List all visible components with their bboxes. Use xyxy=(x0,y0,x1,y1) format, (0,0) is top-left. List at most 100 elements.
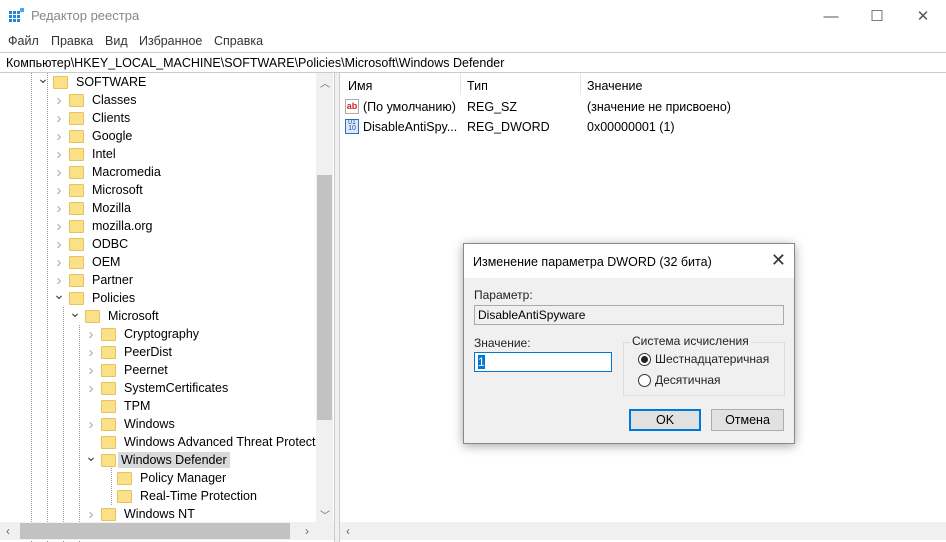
dialog-close-button[interactable]: ✕ xyxy=(771,250,786,271)
tree-node-label: Microsoft xyxy=(92,183,143,197)
menu-favorites[interactable]: Избранное xyxy=(139,34,202,48)
chevron-right-icon[interactable]: › xyxy=(85,506,97,523)
maximize-button[interactable]: ☐ xyxy=(854,0,900,32)
menu-edit[interactable]: Правка xyxy=(51,34,93,48)
folder-icon xyxy=(101,345,116,359)
folder-icon xyxy=(101,363,116,377)
tree-node[interactable]: › ODBC xyxy=(53,235,131,253)
minimize-button[interactable]: — xyxy=(808,0,854,32)
folder-icon xyxy=(117,471,132,485)
regedit-app-icon xyxy=(9,8,24,22)
tree-node[interactable]: › Classes xyxy=(53,91,139,109)
column-header-type[interactable]: Тип xyxy=(467,79,488,93)
list-horizontal-scrollbar[interactable]: ‹ xyxy=(340,522,946,540)
folder-icon xyxy=(101,453,116,467)
tree-node[interactable]: › OEM xyxy=(53,253,123,271)
chevron-right-icon[interactable]: › xyxy=(85,344,97,361)
folder-icon xyxy=(69,183,84,197)
chevron-right-icon[interactable]: › xyxy=(85,326,97,343)
chevron-right-icon[interactable]: › xyxy=(85,416,97,433)
scroll-down-icon[interactable]: ﹀ xyxy=(320,507,330,522)
value-data: (значение не присвоено) xyxy=(587,100,731,114)
tree-node[interactable]: › Macromedia xyxy=(53,163,164,181)
tree-node[interactable]: › Partner xyxy=(53,271,136,289)
scroll-right-icon[interactable]: › xyxy=(305,524,309,538)
chevron-right-icon[interactable]: › xyxy=(53,92,65,109)
tree-node[interactable]: › Cryptography xyxy=(85,325,202,343)
title-bar: Редактор реестра — ☐ ✕ xyxy=(0,0,946,32)
tree-node[interactable]: › mozilla.org xyxy=(53,217,155,235)
tree-node[interactable]: › Mozilla xyxy=(53,199,134,217)
scroll-left-icon[interactable]: ‹ xyxy=(6,524,10,538)
chevron-right-icon[interactable]: › xyxy=(85,380,97,397)
chevron-right-icon[interactable]: › xyxy=(53,236,65,253)
tree-node[interactable]: › Microsoft xyxy=(53,181,146,199)
value-data-input[interactable]: 1 xyxy=(474,352,612,372)
tree-node-label: ODBC xyxy=(92,237,129,251)
column-header-value[interactable]: Значение xyxy=(587,79,642,93)
value-row[interactable]: 01 10 DisableAntiSpy... REG_DWORD 0x00000… xyxy=(340,118,946,136)
tree-guide-line xyxy=(63,307,64,542)
value-name: (По умолчанию) xyxy=(363,100,456,114)
ok-button[interactable]: OK xyxy=(629,409,701,431)
chevron-down-icon[interactable]: ⌄ xyxy=(37,73,49,87)
menu-bar: Файл Правка Вид Избранное Справка xyxy=(0,32,946,51)
column-header-name[interactable]: Имя xyxy=(348,79,372,93)
tree-node[interactable]: Policy Manager xyxy=(101,469,229,487)
tree-node[interactable]: › Peernet xyxy=(85,361,171,379)
tree-node-label: Peernet xyxy=(124,363,168,377)
chevron-right-icon[interactable]: › xyxy=(85,362,97,379)
folder-icon xyxy=(101,417,116,431)
tree-vertical-scroll-thumb[interactable] xyxy=(317,175,332,420)
chevron-right-icon[interactable]: › xyxy=(53,182,65,199)
tree-node[interactable]: Windows Advanced Threat Protection xyxy=(85,433,334,451)
scroll-up-icon[interactable]: ︿ xyxy=(320,75,330,90)
folder-icon xyxy=(69,237,84,251)
chevron-right-icon[interactable]: › xyxy=(53,200,65,217)
tree-node-label: Classes xyxy=(92,93,137,107)
close-button[interactable]: ✕ xyxy=(900,0,946,32)
chevron-right-icon[interactable]: › xyxy=(53,254,65,271)
tree-node[interactable]: ⌄ Microsoft xyxy=(69,304,162,325)
chevron-right-icon[interactable]: › xyxy=(53,110,65,127)
chevron-down-icon[interactable]: ⌄ xyxy=(53,286,65,303)
hex-radio[interactable]: Шестнадцатеричная xyxy=(638,352,769,366)
dialog-title-bar: Изменение параметра DWORD (32 бита) ✕ xyxy=(464,244,794,278)
tree-node[interactable]: › SystemCertificates xyxy=(85,379,231,397)
chevron-right-icon[interactable]: › xyxy=(53,128,65,145)
tree-node[interactable]: › PeerDist xyxy=(85,343,175,361)
tree-node[interactable]: › Windows NT xyxy=(85,505,198,523)
chevron-right-icon[interactable]: › xyxy=(53,146,65,163)
tree-node-label: Partner xyxy=(92,273,133,287)
chevron-right-icon[interactable]: › xyxy=(53,164,65,181)
tree-node[interactable]: ⌄ SOFTWARE xyxy=(37,73,149,91)
chevron-down-icon[interactable]: ⌄ xyxy=(69,304,81,321)
tree-node-label: Macromedia xyxy=(92,165,161,179)
tree-horizontal-scroll-thumb[interactable] xyxy=(20,523,290,539)
tree-node-label: Windows Advanced Threat Protection xyxy=(124,435,333,449)
chevron-down-icon[interactable]: ⌄ xyxy=(85,448,97,465)
tree-node[interactable]: › Windows xyxy=(85,415,178,433)
menu-view[interactable]: Вид xyxy=(105,34,128,48)
chevron-right-icon[interactable]: › xyxy=(53,218,65,235)
address-bar[interactable]: Компьютер\HKEY_LOCAL_MACHINE\SOFTWARE\Po… xyxy=(0,52,946,73)
value-data-text: 1 xyxy=(478,355,485,369)
radio-unchecked-icon xyxy=(638,373,651,387)
column-divider[interactable] xyxy=(460,73,461,95)
cancel-button[interactable]: Отмена xyxy=(711,409,784,431)
decimal-radio[interactable]: Десятичная xyxy=(638,373,721,387)
column-divider[interactable] xyxy=(580,73,581,95)
tree-node[interactable]: › Google xyxy=(53,127,135,145)
tree-node[interactable]: › Clients xyxy=(53,109,133,127)
scroll-left-icon[interactable]: ‹ xyxy=(346,524,350,538)
tree-node[interactable]: › Intel xyxy=(53,145,119,163)
tree-node[interactable]: ⌄ Policies xyxy=(53,286,138,307)
tree-node-label: TPM xyxy=(124,399,151,413)
tree-node-label: Windows Defender xyxy=(118,452,230,468)
menu-help[interactable]: Справка xyxy=(214,34,263,48)
value-row[interactable]: ab (По умолчанию) REG_SZ (значение не пр… xyxy=(340,98,946,116)
tree-node[interactable]: Real-Time Protection xyxy=(101,487,260,505)
tree-node[interactable]: TPM xyxy=(85,397,153,415)
tree-node[interactable]: ⌄ Windows Defender xyxy=(85,448,230,469)
menu-file[interactable]: Файл xyxy=(8,34,39,48)
